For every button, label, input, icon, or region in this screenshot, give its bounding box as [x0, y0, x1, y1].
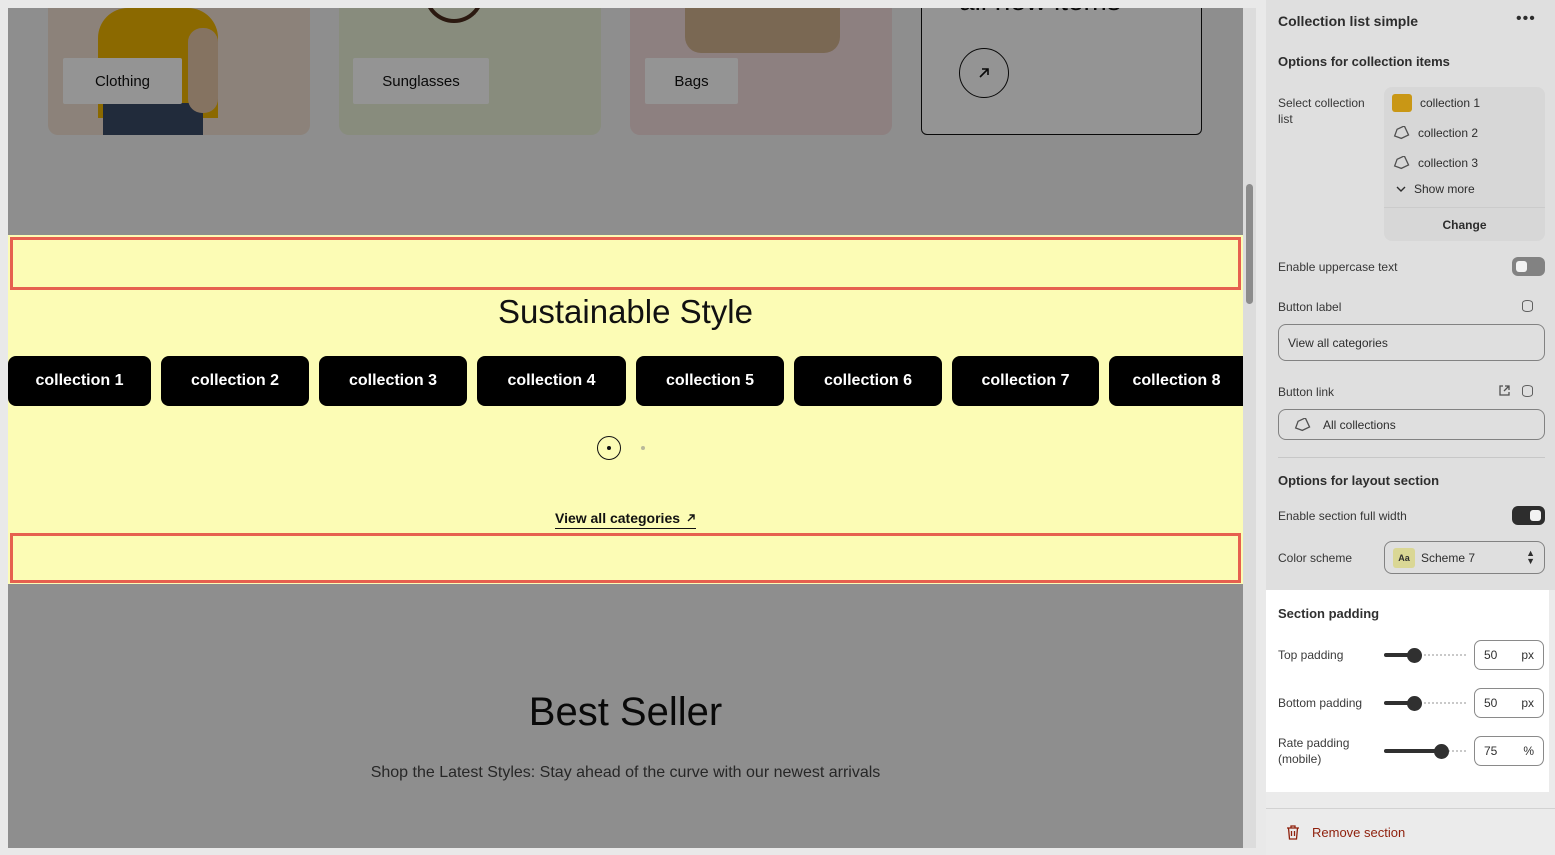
button-link-label: Button link [1278, 385, 1335, 399]
top-padding-label: Top padding [1278, 648, 1344, 662]
bottom-padding-value: 50 [1484, 696, 1498, 710]
top-padding-input[interactable]: 50 px [1474, 640, 1544, 670]
color-scheme-value: Scheme 7 [1421, 550, 1476, 565]
section-padding-heading: Section padding [1278, 606, 1380, 621]
collection-items-heading: Options for collection items [1278, 54, 1450, 69]
bottom-padding-label: Bottom padding [1278, 696, 1363, 710]
collection-chip-8[interactable]: collection 8 [1109, 356, 1243, 406]
change-button[interactable]: Change [1384, 207, 1545, 241]
color-scheme-swatch: Aa [1393, 547, 1415, 568]
button-label-label: Button label [1278, 300, 1342, 314]
collection-chip-5[interactable]: collection 5 [636, 356, 784, 406]
collection-chip-1[interactable]: collection 1 [8, 356, 151, 406]
rate-padding-input[interactable]: 75 % [1474, 736, 1544, 766]
unit-label: % [1523, 744, 1534, 758]
collection-list-section[interactable]: Sustainable Style collection 1 collectio… [8, 235, 1243, 584]
tag-icon [1294, 417, 1311, 431]
tag-icon [1393, 156, 1410, 170]
collection-chip-3[interactable]: collection 3 [319, 356, 467, 406]
collection-thumbnail [1392, 94, 1412, 112]
section-padding-card: Section padding Top padding 50 px Bottom… [1266, 590, 1549, 792]
unit-label: px [1521, 696, 1534, 710]
bottom-padding-slider[interactable] [1384, 696, 1466, 711]
pagination-dot[interactable] [641, 446, 645, 450]
card-label: Bags [645, 58, 738, 104]
trash-icon [1287, 824, 1299, 840]
rate-padding-slider[interactable] [1384, 744, 1466, 759]
view-all-link[interactable]: View all categories [8, 510, 1243, 529]
collection-card-clothing[interactable]: Clothing [48, 8, 310, 135]
sunglasses-image [424, 8, 484, 23]
collection-picker: collection 1 collection 2 collection 3 S… [1384, 87, 1545, 241]
remove-section-button[interactable]: Remove section [1266, 808, 1555, 855]
slider-knob[interactable] [1434, 744, 1449, 759]
collection-chip-2[interactable]: collection 2 [161, 356, 309, 406]
dynamic-source-icon[interactable] [1522, 300, 1533, 315]
carousel-pagination [597, 436, 645, 460]
card-label: Sunglasses [353, 58, 489, 104]
pagination-dot-active[interactable] [597, 436, 621, 460]
top-padding-value: 50 [1484, 648, 1498, 662]
new-items-heading: all new items [959, 8, 1121, 17]
selected-collection-1[interactable]: collection 1 [1392, 92, 1480, 114]
remove-section-label: Remove section [1312, 824, 1406, 840]
arrow-up-right-icon [979, 68, 989, 78]
select-collection-label: Select collection list [1278, 96, 1365, 126]
best-seller-title: Best Seller [528, 690, 723, 734]
arrow-up-right-button[interactable] [959, 48, 1009, 98]
collection-name: collection 1 [1420, 96, 1481, 110]
collection-chip-7[interactable]: collection 7 [952, 356, 1099, 406]
dynamic-source-icon[interactable] [1522, 385, 1533, 400]
more-horizontal-icon[interactable]: ••• [1516, 10, 1536, 28]
slider-knob[interactable] [1407, 696, 1422, 711]
full-width-label: Enable section full width [1278, 509, 1407, 523]
best-seller-subtitle: Shop the Latest Styles: Stay ahead of th… [370, 764, 881, 781]
bag-image [685, 8, 840, 53]
view-all-label: View all categories [554, 510, 681, 526]
color-scheme-label: Color scheme [1278, 551, 1353, 565]
show-more-button[interactable]: Show more [1396, 182, 1475, 196]
top-padding-highlight [10, 237, 1241, 290]
collection-card-bags[interactable]: Bags [630, 8, 892, 135]
preview-scrollbar-thumb[interactable] [1246, 184, 1253, 304]
bottom-padding-highlight [10, 533, 1241, 583]
select-chevrons-icon: ▲ ▼ [1526, 548, 1535, 566]
collection-name: collection 2 [1418, 126, 1479, 140]
full-width-toggle[interactable] [1512, 506, 1545, 525]
uppercase-toggle[interactable] [1512, 257, 1545, 276]
selected-collection-3[interactable]: collection 3 [1392, 152, 1478, 174]
rate-padding-label: Rate padding (mobile) [1278, 736, 1350, 766]
layout-heading: Options for layout section [1278, 473, 1440, 488]
divider [1278, 457, 1545, 458]
rate-padding-value: 75 [1484, 744, 1498, 758]
section-title: Sustainable Style [498, 293, 753, 330]
button-label-input[interactable]: View all categories [1278, 324, 1545, 361]
theme-preview: Clothing Sunglasses Bags all new items B… [8, 8, 1243, 848]
collection-name: collection 3 [1418, 156, 1479, 170]
card-label: Clothing [63, 58, 182, 104]
button-link-value: All collections [1323, 417, 1396, 432]
collection-chip-6[interactable]: collection 6 [794, 356, 942, 406]
new-items-card[interactable]: all new items [921, 8, 1202, 135]
model-image-arm [188, 28, 218, 113]
color-scheme-select[interactable]: Aa Scheme 7 ▲ ▼ [1384, 541, 1545, 574]
preview-scrollbar[interactable] [1243, 8, 1256, 848]
unit-label: px [1521, 648, 1534, 662]
panel-title: Collection list simple [1278, 13, 1419, 29]
uppercase-label: Enable uppercase text [1278, 260, 1398, 274]
button-link-input[interactable]: All collections [1278, 409, 1545, 440]
collection-chip-4[interactable]: collection 4 [477, 356, 626, 406]
top-padding-slider[interactable] [1384, 648, 1466, 663]
collection-card-sunglasses[interactable]: Sunglasses [339, 8, 601, 135]
bottom-padding-input[interactable]: 50 px [1474, 688, 1544, 718]
arrow-up-right-icon [687, 514, 695, 522]
external-link-icon[interactable] [1498, 384, 1511, 400]
model-image-legs [103, 103, 203, 135]
show-more-label: Show more [1414, 182, 1475, 196]
chevron-down-icon [1396, 186, 1406, 192]
tag-icon [1393, 126, 1410, 140]
selected-collection-2[interactable]: collection 2 [1392, 122, 1478, 144]
slider-knob[interactable] [1407, 648, 1422, 663]
